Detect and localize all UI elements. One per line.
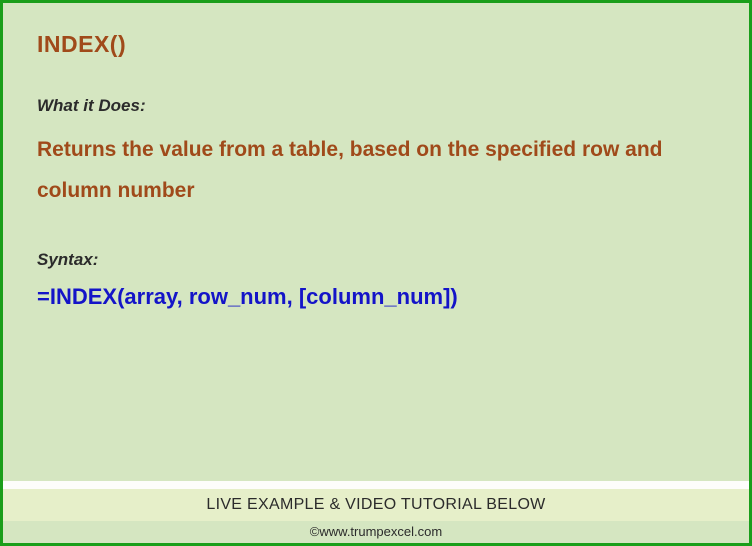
function-description: Returns the value from a table, based on… <box>37 130 715 212</box>
footer: LIVE EXAMPLE & VIDEO TUTORIAL BELOW ©www… <box>3 481 749 543</box>
footer-credit: ©www.trumpexcel.com <box>3 521 749 543</box>
tutorial-card: INDEX() What it Does: Returns the value … <box>0 0 752 546</box>
content-area: INDEX() What it Does: Returns the value … <box>3 3 749 481</box>
function-name: INDEX() <box>37 31 715 58</box>
footer-separator <box>3 481 749 489</box>
footer-banner: LIVE EXAMPLE & VIDEO TUTORIAL BELOW <box>3 489 749 521</box>
function-syntax: =INDEX(array, row_num, [column_num]) <box>37 284 715 310</box>
what-it-does-label: What it Does: <box>37 96 715 116</box>
syntax-label: Syntax: <box>37 250 715 270</box>
